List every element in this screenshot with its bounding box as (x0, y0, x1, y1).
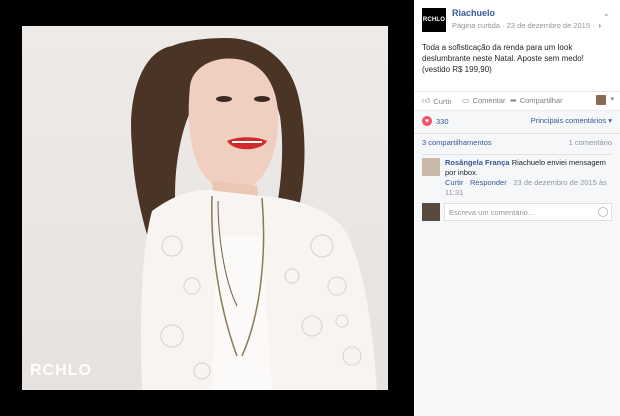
post-photo[interactable]: RCHLO (22, 26, 388, 390)
reply-box: Escreva um comentário... (422, 203, 612, 223)
viewer-avatar (422, 203, 440, 221)
caret-down-icon: ▾ (608, 116, 612, 125)
feedback-section: ♥ 330 Principais comentários ▾ 3 compart… (414, 110, 620, 416)
comment-item: Rosângela França Riachuelo enviei mensag… (422, 154, 612, 198)
comments-count[interactable]: 1 comentário (569, 138, 612, 147)
share-icon: ➦ (510, 96, 517, 105)
share-label: Compartilhar (519, 96, 563, 105)
globe-icon: ◑ (596, 21, 602, 30)
post-actions-bar: 👍︎ Curtir ▭ Comentar ➦ Compartilhar ▾ (414, 91, 620, 109)
page-name-link[interactable]: Riachuelo (452, 8, 495, 18)
counts-row: 3 compartilhamentos 1 comentário (414, 133, 620, 149)
comment-reply-link[interactable]: Responder (470, 178, 507, 187)
comment-meta: Curtir · Responder · 23 de dezembro de 2… (445, 178, 607, 197)
comment-button[interactable]: ▭ Comentar (462, 96, 506, 105)
post-text: Toda a sofisticação da renda para um loo… (422, 43, 584, 74)
post-meta: Página curtida · 23 de dezembro de 2015 … (452, 21, 601, 30)
caret-down-icon[interactable]: ▾ (610, 95, 614, 103)
thumbs-up-icon: 👍︎ (422, 96, 431, 105)
like-button[interactable]: 👍︎ Curtir (422, 96, 452, 106)
post-side-panel: RCHLO Riachuelo Página curtida · 23 de d… (414, 0, 620, 416)
comment-icon: ▭ (462, 96, 470, 105)
photo-illustration (22, 26, 388, 390)
post-header: RCHLO Riachuelo Página curtida · 23 de d… (414, 0, 620, 36)
sort-label: Principais comentários (530, 116, 607, 125)
heart-icon: ♥ (422, 116, 432, 126)
comment-like-link[interactable]: Curtir (445, 178, 463, 187)
camera-icon[interactable] (598, 207, 608, 217)
commenter-avatar[interactable] (422, 158, 440, 176)
comment-label: Comentar (472, 96, 506, 105)
comment-body: Rosângela França Riachuelo enviei mensag… (445, 158, 612, 198)
comment-author-link[interactable]: Rosângela França (445, 158, 510, 167)
shares-link[interactable]: 3 compartilhamentos (422, 138, 492, 147)
chevron-down-icon[interactable]: ⌄ (602, 8, 610, 19)
post-meta-text: Página curtida · 23 de dezembro de 2015 … (452, 21, 597, 30)
reactions-summary[interactable]: ♥ 330 (422, 116, 449, 126)
comment-sort-dropdown[interactable]: Principais comentários ▾ (531, 116, 612, 125)
like-label: Curtir (433, 96, 452, 106)
reaction-count: 330 (436, 116, 449, 126)
share-button[interactable]: ➦ Compartilhar (510, 96, 563, 105)
photo-viewer: RCHLO (0, 0, 414, 416)
photo-brand-logo: RCHLO (30, 362, 92, 379)
actor-avatar[interactable] (596, 95, 606, 105)
page-avatar[interactable]: RCHLO (422, 8, 446, 32)
comment-input[interactable]: Escreva um comentário... (444, 203, 612, 221)
